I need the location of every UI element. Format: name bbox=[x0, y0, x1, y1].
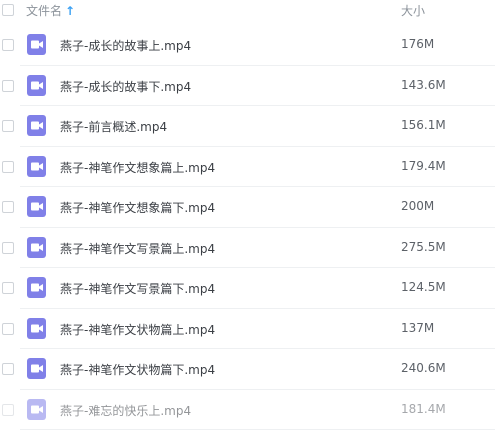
arrow-up-icon[interactable]: ↑ bbox=[65, 5, 75, 17]
column-header-name[interactable]: 文件名 ↑ bbox=[26, 2, 75, 19]
video-icon bbox=[27, 358, 46, 379]
video-icon bbox=[27, 277, 46, 298]
file-row[interactable]: 燕子-神笔作文写景篇下.mp4 124.5M bbox=[0, 268, 495, 309]
file-name[interactable]: 燕子-神笔作文写景篇上.mp4 bbox=[60, 240, 215, 257]
file-row[interactable]: 燕子-神笔作文状物篇上.mp4 137M bbox=[0, 309, 495, 349]
file-row[interactable]: 燕子-神笔作文想象篇上.mp4 179.4M bbox=[0, 147, 495, 187]
row-checkbox[interactable] bbox=[2, 322, 14, 335]
file-size: 240.6M bbox=[401, 361, 446, 375]
file-list-panel: 文件名 ↑ 大小 燕子-成长的故事上.mp4 176M 燕子-成长的故事下.mp4 1… bbox=[0, 0, 495, 431]
file-row[interactable]: 燕子-神笔作文状物篇下.mp4 240.6M bbox=[0, 349, 495, 390]
file-name[interactable]: 燕子-成长的故事下.mp4 bbox=[60, 78, 191, 95]
file-list-header: 文件名 ↑ 大小 bbox=[0, 0, 495, 22]
file-size: 124.5M bbox=[401, 280, 446, 294]
file-size: 176M bbox=[401, 37, 435, 51]
file-size: 181.4M bbox=[401, 401, 446, 416]
column-header-name-label: 文件名 bbox=[26, 4, 63, 18]
file-name[interactable]: 燕子-神笔作文写景篇下.mp4 bbox=[60, 280, 215, 297]
video-icon bbox=[27, 398, 46, 420]
file-row[interactable]: 燕子-成长的故事下.mp4 143.6M bbox=[0, 66, 495, 106]
video-icon bbox=[27, 155, 46, 177]
file-name[interactable]: 燕子-神笔作文状物篇下.mp4 bbox=[60, 361, 215, 378]
row-checkbox[interactable] bbox=[2, 241, 14, 254]
video-icon bbox=[27, 317, 46, 339]
file-name[interactable]: 燕子-神笔作文想象篇下.mp4 bbox=[60, 199, 215, 216]
file-row[interactable]: 燕子-神笔作文想象篇下.mp4 200M bbox=[0, 187, 495, 228]
column-header-size[interactable]: 大小 bbox=[401, 2, 425, 19]
file-name[interactable]: 燕子-神笔作文状物篇上.mp4 bbox=[60, 321, 215, 338]
file-row[interactable]: 燕子-前言概述.mp4 156.1M bbox=[0, 106, 495, 147]
row-checkbox[interactable] bbox=[2, 120, 14, 132]
video-icon bbox=[27, 236, 46, 258]
select-all-checkbox[interactable] bbox=[2, 4, 14, 16]
video-icon bbox=[27, 74, 46, 96]
file-size: 143.6M bbox=[401, 77, 446, 92]
video-icon bbox=[27, 115, 46, 136]
file-row[interactable]: 燕子-成长的故事上.mp4 176M bbox=[0, 25, 495, 66]
row-divider bbox=[20, 429, 495, 430]
video-icon bbox=[27, 196, 46, 217]
row-checkbox[interactable] bbox=[2, 39, 14, 51]
file-row[interactable]: 燕子-神笔作文写景篇上.mp4 275.5M bbox=[0, 228, 495, 268]
file-name[interactable]: 燕子-成长的故事上.mp4 bbox=[60, 37, 191, 54]
row-checkbox[interactable] bbox=[2, 79, 14, 92]
file-size: 200M bbox=[401, 199, 435, 213]
row-checkbox[interactable] bbox=[2, 363, 14, 375]
file-name[interactable]: 燕子-难忘的快乐上.mp4 bbox=[60, 402, 191, 419]
video-icon bbox=[27, 34, 46, 55]
file-name[interactable]: 燕子-前言概述.mp4 bbox=[60, 118, 167, 135]
row-checkbox[interactable] bbox=[2, 403, 14, 416]
file-size: 179.4M bbox=[401, 158, 446, 173]
file-size: 275.5M bbox=[401, 239, 446, 254]
row-checkbox[interactable] bbox=[2, 282, 14, 294]
file-size: 137M bbox=[401, 320, 435, 335]
file-size: 156.1M bbox=[401, 118, 446, 132]
row-checkbox[interactable] bbox=[2, 201, 14, 213]
row-checkbox[interactable] bbox=[2, 160, 14, 173]
file-name[interactable]: 燕子-神笔作文想象篇上.mp4 bbox=[60, 159, 215, 176]
file-row[interactable]: 燕子-难忘的快乐上.mp4 181.4M bbox=[0, 390, 495, 430]
